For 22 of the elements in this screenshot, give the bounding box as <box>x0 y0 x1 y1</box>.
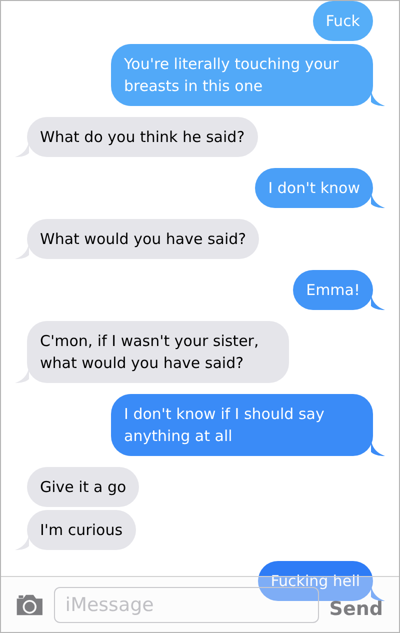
message-bubble: Give it a go <box>27 467 140 507</box>
bubble-tail <box>15 367 29 383</box>
message-bubble: Emma! <box>293 270 373 310</box>
bubble-tail <box>15 534 29 550</box>
message-bubble: C'mon, if I wasn't your sister, what would you have said? <box>27 321 289 383</box>
message-bubble: I don't know <box>255 168 373 208</box>
message-bubble: What would you have said? <box>27 219 260 259</box>
message-bubble: I don't know if I should say anything at all <box>111 394 373 456</box>
bubble-tail <box>371 90 385 106</box>
send-button[interactable]: Send <box>329 600 385 619</box>
message-bubble: Fucking hell <box>258 561 373 601</box>
bubble-tail <box>371 585 385 601</box>
message-field[interactable]: iMessage <box>54 586 320 622</box>
message-bubble: What do you think he said? <box>27 117 258 157</box>
bubble-tail <box>371 192 385 208</box>
message-bubble: Fuck <box>312 1 373 41</box>
message-bubble: I'm curious <box>27 510 136 550</box>
message-bubble: You're literally touching your breasts in this one <box>111 44 373 106</box>
bubble-tail <box>371 294 385 310</box>
bubble-tail <box>15 141 29 157</box>
bubble-tail <box>15 243 29 259</box>
bubble-tail <box>371 440 385 456</box>
